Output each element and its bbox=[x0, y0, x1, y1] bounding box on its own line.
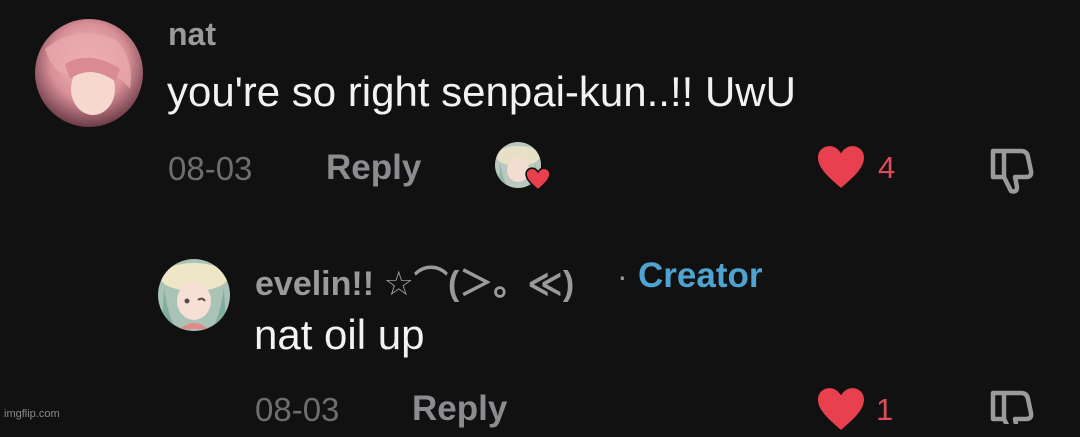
avatar[interactable] bbox=[158, 259, 230, 331]
comment-text: nat oil up bbox=[254, 311, 425, 358]
watermark: imgflip.com bbox=[4, 408, 60, 420]
reply-button[interactable]: Reply bbox=[412, 389, 507, 429]
dislike-icon[interactable] bbox=[987, 143, 1039, 200]
heart-icon[interactable] bbox=[815, 386, 867, 437]
dislike-icon[interactable] bbox=[987, 385, 1039, 436]
creator-badge: Creator bbox=[638, 256, 763, 295]
comment-username[interactable]: nat bbox=[168, 16, 216, 53]
comment-date: 08-03 bbox=[168, 150, 253, 187]
comment-username[interactable]: evelin!! ☆⌒(＞。≪) bbox=[255, 256, 574, 305]
creator-liked-heart-icon bbox=[525, 167, 551, 196]
avatar[interactable] bbox=[35, 19, 143, 127]
heart-icon[interactable] bbox=[815, 144, 867, 195]
comment-date: 08-03 bbox=[255, 391, 340, 428]
reply-button[interactable]: Reply bbox=[326, 148, 421, 188]
comment-text: you're so right senpai-kun..!! UwU bbox=[167, 68, 796, 115]
like-count: 4 bbox=[878, 150, 896, 185]
like-count: 1 bbox=[876, 392, 894, 427]
separator: · bbox=[617, 258, 628, 294]
